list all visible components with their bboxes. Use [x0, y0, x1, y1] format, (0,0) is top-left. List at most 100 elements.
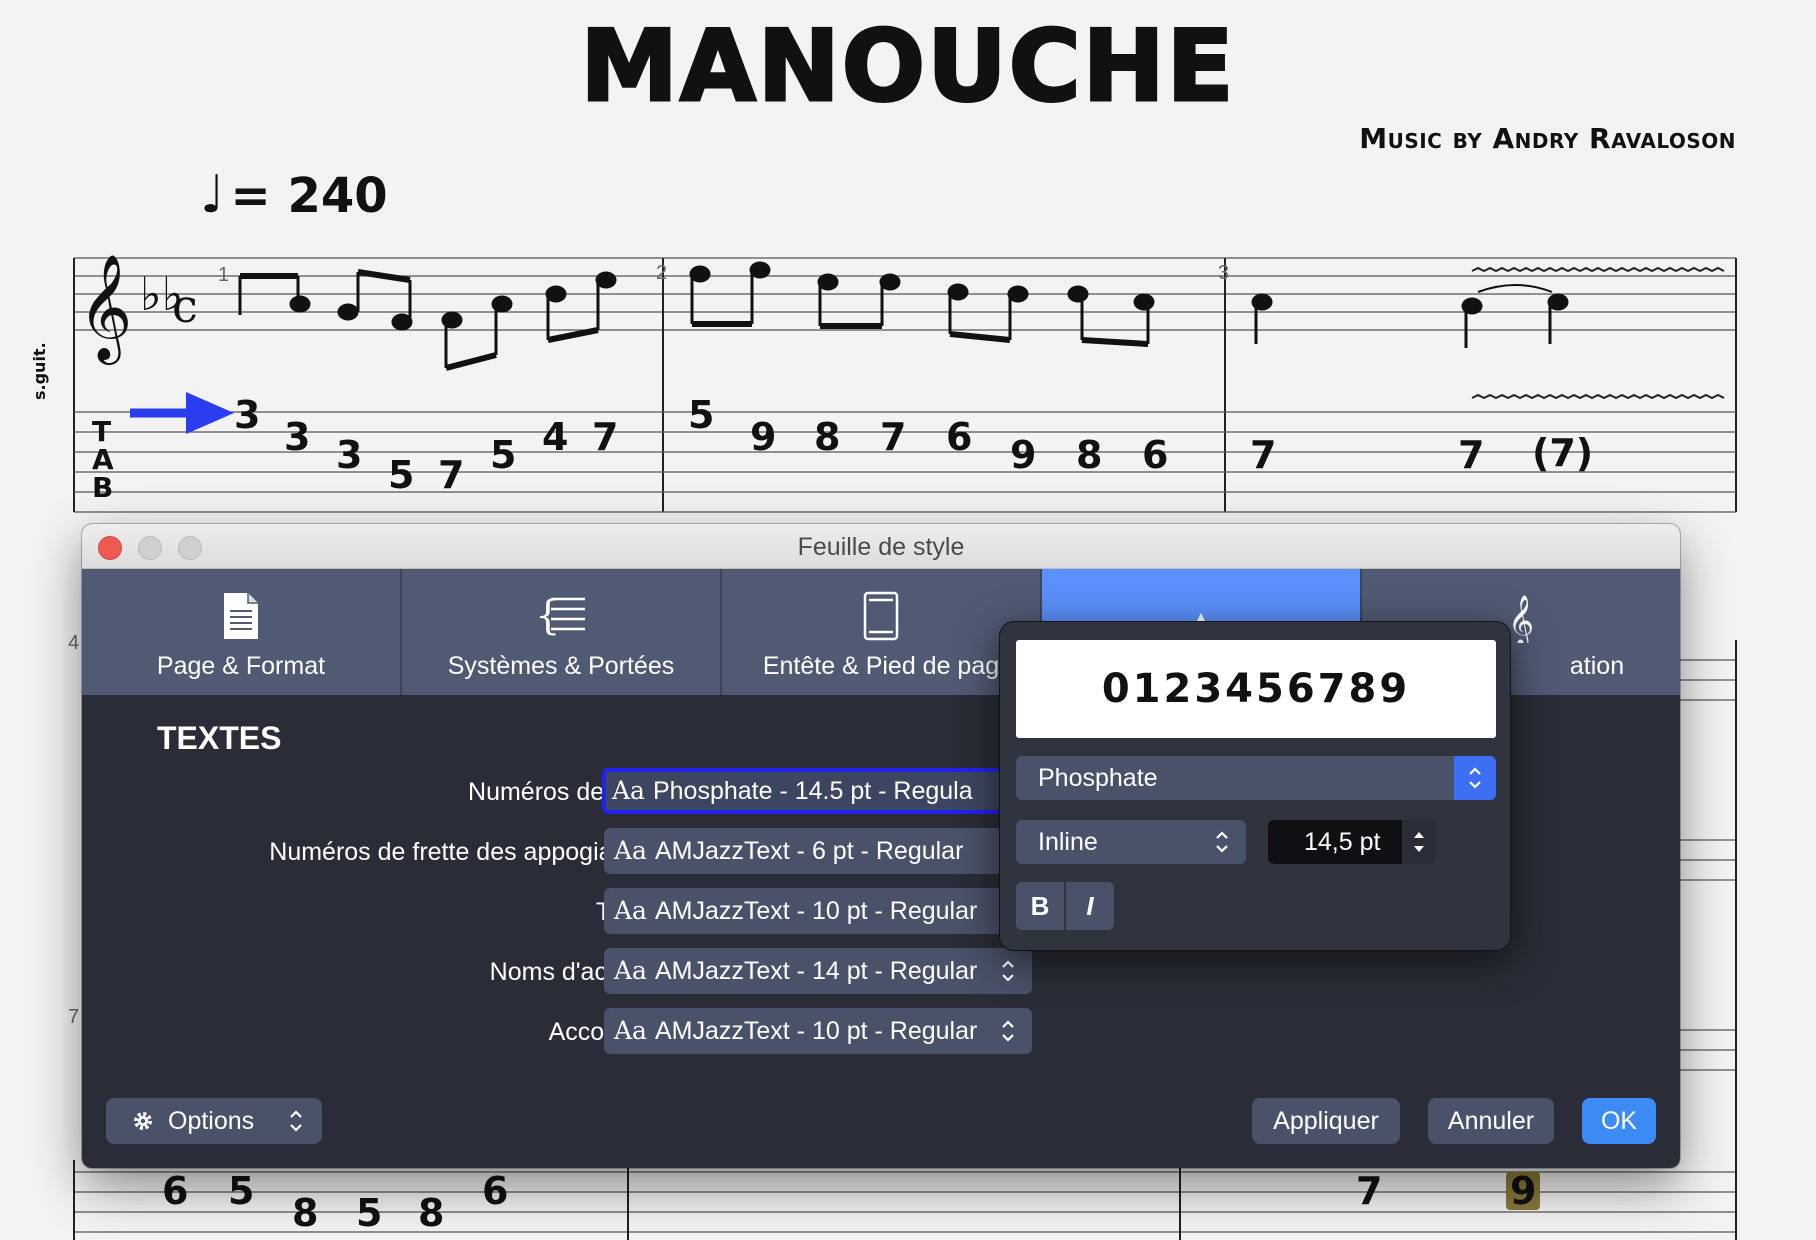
font-size-field[interactable]: 14,5 pt: [1268, 820, 1436, 864]
font-preview-aa: Aa: [614, 896, 647, 925]
fret-number: 4: [542, 415, 569, 459]
fret-number: 6: [482, 1169, 509, 1213]
section-title: TEXTES: [157, 720, 282, 756]
fret-number: 5: [356, 1191, 383, 1235]
row-label: Accordage :: [82, 1018, 682, 1047]
apply-button[interactable]: Appliquer: [1252, 1098, 1400, 1144]
chord-names-row: Noms d'accords : Aa AMJazzText - 14 pt - …: [82, 948, 1082, 996]
options-button[interactable]: Options: [106, 1098, 322, 1144]
barlines: [73, 258, 1737, 512]
ok-button[interactable]: OK: [1582, 1098, 1656, 1144]
font-picker-popover: 0123456789 Phosphate Inline 14,5 pt B I: [1000, 622, 1510, 950]
row-label: Textes :: [82, 898, 682, 927]
tab-label: Entête & Pied de pag: [762, 652, 1000, 680]
fret-number: 6: [946, 415, 973, 459]
font-select-value: AMJazzText - 6 pt - Regular: [654, 837, 964, 865]
tab-page-format[interactable]: Page & Format: [82, 569, 402, 695]
font-select-value: AMJazzText - 14 pt - Regular: [654, 957, 978, 985]
font-size-stepper[interactable]: [1402, 820, 1436, 864]
staff-systems-icon: {: [535, 591, 587, 642]
updown-chevron-icon: [1002, 1020, 1014, 1042]
fret-number: 7: [880, 415, 907, 459]
fret-number: 7: [1356, 1169, 1383, 1213]
updown-chevron-icon: [1216, 831, 1228, 853]
tuning-font-select[interactable]: Aa AMJazzText - 10 pt - Regular: [604, 1008, 1032, 1054]
fret-number: 5: [388, 453, 415, 497]
fret-number: 3: [234, 393, 261, 437]
fret-number: 9: [1506, 1172, 1541, 1210]
window-title: Feuille de style: [797, 533, 965, 561]
font-family-value: Phosphate: [1038, 764, 1158, 792]
font-select-value: AMJazzText - 10 pt - Regular: [654, 1017, 978, 1045]
fret-number: 7: [438, 453, 465, 497]
font-style-select[interactable]: Inline: [1016, 820, 1246, 864]
fret-number: 8: [292, 1191, 319, 1235]
measure-number: 4: [68, 632, 80, 654]
font-preview: 0123456789: [1016, 640, 1496, 738]
treble-clef-icon: 𝄞: [78, 253, 132, 365]
texts-row: Textes : AaAMJazzText - 10 pt - Regular: [82, 888, 1082, 936]
fret-number: 6: [1142, 433, 1169, 477]
vibrato-line: [1471, 393, 1725, 400]
page-icon: [222, 591, 260, 646]
font-preview-aa: Aa: [612, 776, 645, 805]
row-label: Numéros de frette des appogiatures :: [269, 838, 682, 866]
svg-text:𝄞: 𝄞: [1508, 595, 1534, 643]
bold-button[interactable]: B: [1016, 882, 1064, 930]
row-label: Numéros de frette :: [468, 778, 682, 806]
row-label: Noms d'accords :: [489, 958, 682, 986]
font-preview-aa: Aa: [614, 956, 647, 985]
fret-number: 3: [284, 415, 311, 459]
options-label: Options: [168, 1107, 255, 1135]
fret-number: 6: [162, 1169, 189, 1213]
tab-label: Page & Format: [156, 652, 326, 680]
font-size-value: 14,5 pt: [1304, 828, 1381, 856]
vibrato-line: [1471, 266, 1725, 273]
fret-number: 5: [228, 1169, 255, 1213]
tab-clef-t: T: [92, 415, 112, 448]
font-family-stepper[interactable]: [1454, 756, 1496, 800]
header-footer-icon: [863, 591, 899, 646]
cancel-button[interactable]: Annuler: [1428, 1098, 1554, 1144]
title-bar[interactable]: Feuille de style: [82, 524, 1680, 569]
chord-names-font-select[interactable]: Aa AMJazzText - 14 pt - Regular: [604, 948, 1032, 994]
font-family-select[interactable]: Phosphate: [1016, 756, 1496, 800]
treble-clef-icon: 𝄞: [1506, 591, 1536, 648]
fret-number: (7): [1532, 431, 1594, 475]
fret-number: 5: [490, 433, 517, 477]
measure-number: 3: [1218, 262, 1230, 284]
fret-number: 8: [1076, 433, 1103, 477]
gear-icon: [134, 1112, 152, 1130]
fret-number: 8: [418, 1191, 445, 1235]
fret-number: 8: [814, 415, 841, 459]
grace-fret-numbers-row: Numéros de frette des appogiatures : Aa A…: [82, 828, 1082, 876]
updown-chevron-icon: [1469, 767, 1481, 789]
tab-systems-staves[interactable]: { Systèmes & Portées: [402, 569, 722, 695]
fret-number: 7: [1458, 433, 1485, 477]
fret-number: 3: [336, 433, 363, 477]
fret-number: 7: [1250, 433, 1277, 477]
italic-button[interactable]: I: [1066, 882, 1114, 930]
font-select-value: Phosphate - 14.5 pt - Regula: [652, 777, 973, 805]
measure-number: 7: [68, 1006, 80, 1028]
tab-header-footer[interactable]: Entête & Pied de pag: [722, 569, 1042, 695]
updown-chevron-icon: [1002, 960, 1014, 982]
updown-chevron-icon: [290, 1110, 302, 1132]
tab-clef-a: A: [92, 443, 114, 476]
fret-number: 9: [1010, 433, 1037, 477]
tab-label: Systèmes & Portées: [447, 652, 675, 680]
fret-numbers-row: Numéros de frette : Aa Phosphate - 14.5 p…: [82, 768, 1082, 816]
font-select-value: AMJazzText - 10 pt - Regular: [654, 897, 978, 925]
tab-clef-b: B: [92, 471, 114, 504]
measure-number: 2: [656, 262, 668, 284]
tuning-row: Accordage : AaAMJazzText - 10 pt - Regul…: [82, 1008, 1082, 1056]
notes: [238, 261, 1569, 371]
font-preview-aa: Aa: [614, 1016, 647, 1045]
font-preview-aa: Aa: [614, 836, 647, 865]
font-style-value: Inline: [1038, 828, 1098, 856]
common-time-icon: c: [172, 279, 198, 333]
arrow-icon: [130, 392, 234, 434]
fret-number: 9: [750, 415, 777, 459]
measure-number: 1: [218, 264, 230, 286]
fret-number: 7: [592, 415, 619, 459]
